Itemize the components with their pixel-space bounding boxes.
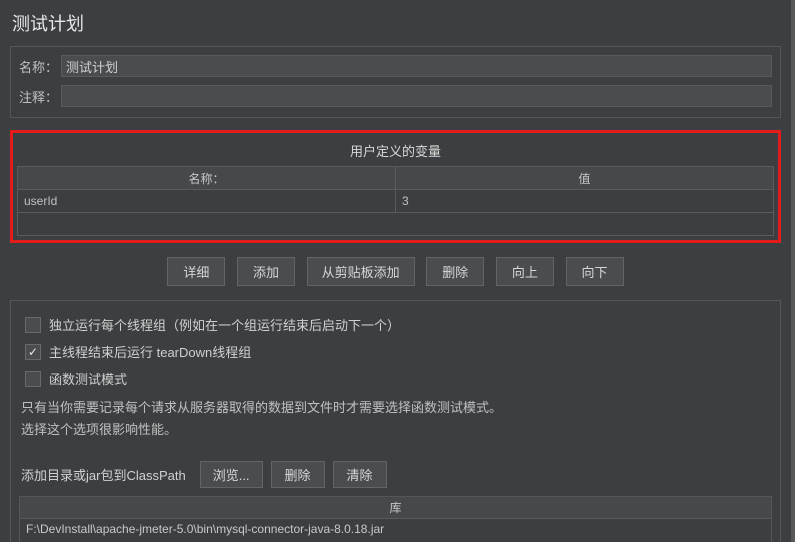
independent-checkbox[interactable]	[25, 317, 41, 333]
teardown-label: 主线程结束后运行 tearDown线程组	[49, 342, 251, 361]
var-name-cell[interactable]: userId	[18, 190, 396, 213]
classpath-label: 添加目录或jar包到ClassPath	[21, 465, 186, 484]
browse-button[interactable]: 浏览...	[200, 461, 263, 488]
add-clipboard-button[interactable]: 从剪贴板添加	[307, 257, 415, 286]
user-variables-table[interactable]: 名称： 值 userId 3	[17, 166, 774, 236]
page-title: 测试计划	[12, 10, 781, 36]
help-text-1: 只有当你需要记录每个请求从服务器取得的数据到文件时才需要选择函数测试模式。	[21, 398, 772, 418]
library-box: 库 F:\DevInstall\apache-jmeter-5.0\bin\my…	[19, 496, 772, 542]
library-header: 库	[20, 497, 771, 519]
independent-label: 独立运行每个线程组（例如在一个组运行结束后启动下一个）	[49, 315, 400, 334]
table-empty-row	[18, 213, 774, 236]
down-button[interactable]: 向下	[566, 257, 624, 286]
basic-info-fieldset: 名称： 注释：	[10, 46, 781, 118]
delete-button[interactable]: 删除	[426, 257, 484, 286]
name-input[interactable]	[61, 55, 772, 77]
library-item[interactable]: F:\DevInstall\apache-jmeter-5.0\bin\mysq…	[20, 519, 771, 539]
functional-label: 函数测试模式	[49, 369, 127, 388]
var-value-cell[interactable]: 3	[396, 190, 774, 213]
detail-button[interactable]: 详细	[167, 257, 225, 286]
clear-button[interactable]: 清除	[333, 461, 387, 488]
comment-input[interactable]	[61, 85, 772, 107]
var-col-name: 名称：	[18, 167, 396, 190]
var-col-value: 值	[396, 167, 774, 190]
up-button[interactable]: 向上	[496, 257, 554, 286]
var-buttons-row: 详细 添加 从剪贴板添加 删除 向上 向下	[10, 257, 781, 286]
options-fieldset: 独立运行每个线程组（例如在一个组运行结束后启动下一个） 主线程结束后运行 tea…	[10, 300, 781, 542]
comment-label: 注释：	[19, 87, 61, 106]
functional-checkbox[interactable]	[25, 371, 41, 387]
user-variables-highlight: 用户定义的变量 名称： 值 userId 3	[10, 130, 781, 243]
teardown-checkbox[interactable]	[25, 344, 41, 360]
user-variables-title: 用户定义的变量	[17, 137, 774, 166]
help-text-2: 选择这个选项很影响性能。	[21, 420, 772, 440]
table-row[interactable]: userId 3	[18, 190, 774, 213]
classpath-delete-button[interactable]: 删除	[271, 461, 325, 488]
name-label: 名称：	[19, 57, 61, 76]
add-button[interactable]: 添加	[237, 257, 295, 286]
